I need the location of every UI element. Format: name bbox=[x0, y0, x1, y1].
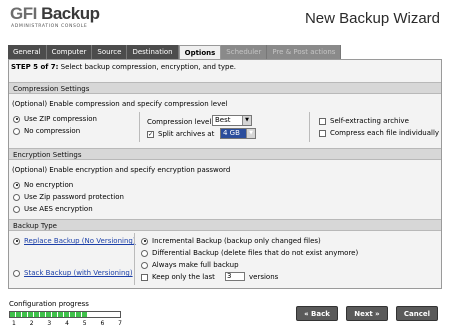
separator bbox=[134, 233, 135, 285]
incremental-label: Incremental Backup (backup only changed … bbox=[152, 237, 321, 245]
encryption-description: (Optional) Enable encryption and specify… bbox=[12, 166, 231, 174]
aes-option[interactable]: Use AES encryption bbox=[13, 205, 93, 213]
differential-label: Differential Backup (delete files that d… bbox=[152, 249, 359, 257]
always-full-label: Always make full backup bbox=[152, 261, 239, 269]
no-compression-radio[interactable] bbox=[13, 127, 20, 135]
progress-ticks: 1 2 3 4 5 6 7 bbox=[12, 320, 122, 327]
keep-last-checkbox[interactable] bbox=[141, 273, 148, 281]
separator bbox=[309, 112, 310, 142]
tab-source[interactable]: Source bbox=[92, 45, 128, 59]
split-archives-label: Split archives at bbox=[158, 130, 215, 138]
progress-tick: 6 bbox=[100, 320, 105, 327]
use-zip-option[interactable]: Use ZIP compression bbox=[13, 115, 97, 123]
step-number: STEP 5 of 7: bbox=[11, 63, 59, 71]
always-full-option[interactable]: Always make full backup bbox=[141, 261, 239, 269]
compress-each-label: Compress each file individually bbox=[330, 129, 440, 137]
wizard-tabs: General Computer Source Destination Opti… bbox=[8, 45, 342, 60]
zip-password-label: Use Zip password protection bbox=[24, 193, 124, 201]
zip-password-option[interactable]: Use Zip password protection bbox=[13, 193, 124, 201]
step-instruction: STEP 5 of 7: Select backup compression, … bbox=[11, 63, 236, 71]
use-zip-label: Use ZIP compression bbox=[24, 115, 97, 123]
differential-radio[interactable] bbox=[141, 249, 148, 257]
app-logo: GFI Backup bbox=[10, 4, 100, 24]
chevron-down-icon: ▼ bbox=[242, 116, 251, 125]
footer: Configuration progress 1 2 3 4 5 6 7 « B… bbox=[0, 290, 450, 333]
use-zip-radio[interactable] bbox=[13, 115, 20, 123]
cancel-button[interactable]: Cancel bbox=[396, 306, 438, 321]
no-encryption-label: No encryption bbox=[24, 181, 74, 189]
progress-tick: 3 bbox=[47, 320, 52, 327]
logo-subtitle: ADMINISTRATION CONSOLE bbox=[11, 24, 88, 29]
compression-description: (Optional) Enable compression and specif… bbox=[12, 100, 228, 108]
aes-radio[interactable] bbox=[13, 205, 20, 213]
wizard-title: New Backup Wizard bbox=[304, 10, 440, 27]
self-extracting-label: Self-extracting archive bbox=[330, 117, 409, 125]
zip-password-radio[interactable] bbox=[13, 193, 20, 201]
tab-destination[interactable]: Destination bbox=[127, 45, 179, 59]
differential-option[interactable]: Differential Backup (delete files that d… bbox=[141, 249, 358, 257]
progress-tick: 4 bbox=[65, 320, 69, 327]
progress-label: Configuration progress bbox=[9, 300, 89, 308]
compression-level-value: Best bbox=[215, 116, 231, 124]
tab-pre-post-actions: Pre & Post actions bbox=[267, 45, 342, 59]
no-compression-label: No compression bbox=[24, 127, 81, 135]
tab-scheduler: Scheduler bbox=[221, 45, 268, 59]
compress-each-option[interactable]: Compress each file individually bbox=[319, 129, 439, 137]
backup-type-header: Backup Type bbox=[9, 219, 441, 231]
progress-bar bbox=[9, 311, 121, 318]
versions-input[interactable]: 3 bbox=[225, 272, 245, 281]
compression-header: Compression Settings bbox=[9, 82, 441, 94]
incremental-radio[interactable] bbox=[141, 237, 148, 245]
aes-label: Use AES encryption bbox=[24, 205, 93, 213]
keep-last-option[interactable]: Keep only the last bbox=[141, 273, 215, 281]
compress-each-checkbox[interactable] bbox=[319, 129, 326, 137]
options-panel: STEP 5 of 7: Select backup compression, … bbox=[8, 59, 442, 289]
progress-tick: 2 bbox=[29, 320, 34, 327]
encryption-header: Encryption Settings bbox=[9, 148, 441, 160]
compression-level-select[interactable]: Best ▼ bbox=[212, 115, 252, 126]
header: GFI Backup ADMINISTRATION CONSOLE New Ba… bbox=[0, 0, 450, 40]
replace-backup-option[interactable]: Replace Backup (No Versioning) bbox=[13, 237, 136, 245]
versions-label: versions bbox=[249, 273, 279, 281]
split-archives-option[interactable]: ✓ Split archives at bbox=[147, 130, 214, 138]
progress-tick: 7 bbox=[118, 320, 122, 327]
keep-last-label: Keep only the last bbox=[152, 273, 215, 281]
self-extracting-option[interactable]: Self-extracting archive bbox=[319, 117, 409, 125]
progress-tick: 1 bbox=[12, 320, 16, 327]
stack-backup-option[interactable]: Stack Backup (with Versioning) bbox=[13, 269, 133, 277]
split-archives-checkbox[interactable]: ✓ bbox=[147, 130, 154, 138]
stack-backup-radio[interactable] bbox=[13, 269, 20, 277]
chevron-down-icon: ▼ bbox=[246, 129, 255, 138]
step-text: Select backup compression, encryption, a… bbox=[58, 63, 237, 71]
progress-fill bbox=[10, 312, 89, 317]
self-extracting-checkbox[interactable] bbox=[319, 117, 326, 125]
always-full-radio[interactable] bbox=[141, 261, 148, 269]
no-encryption-option[interactable]: No encryption bbox=[13, 181, 73, 189]
tab-general[interactable]: General bbox=[8, 45, 47, 59]
logo-gfi: GFI bbox=[10, 4, 37, 23]
compression-level-label: Compression level bbox=[147, 118, 212, 126]
no-encryption-radio[interactable] bbox=[13, 181, 20, 189]
split-size-value: 4 GB bbox=[223, 129, 240, 137]
progress-tick: 5 bbox=[82, 320, 87, 327]
stack-backup-link[interactable]: Stack Backup (with Versioning) bbox=[24, 269, 133, 277]
incremental-option[interactable]: Incremental Backup (backup only changed … bbox=[141, 237, 321, 245]
next-button[interactable]: Next » bbox=[346, 306, 388, 321]
replace-backup-radio[interactable] bbox=[13, 237, 20, 245]
replace-backup-link[interactable]: Replace Backup (No Versioning) bbox=[24, 237, 136, 245]
back-button[interactable]: « Back bbox=[296, 306, 338, 321]
no-compression-option[interactable]: No compression bbox=[13, 127, 80, 135]
tab-options[interactable]: Options bbox=[178, 45, 222, 60]
tab-computer[interactable]: Computer bbox=[46, 45, 93, 59]
split-size-select[interactable]: 4 GB ▼ bbox=[220, 128, 256, 139]
separator bbox=[139, 112, 140, 142]
logo-backup: Backup bbox=[41, 4, 100, 23]
